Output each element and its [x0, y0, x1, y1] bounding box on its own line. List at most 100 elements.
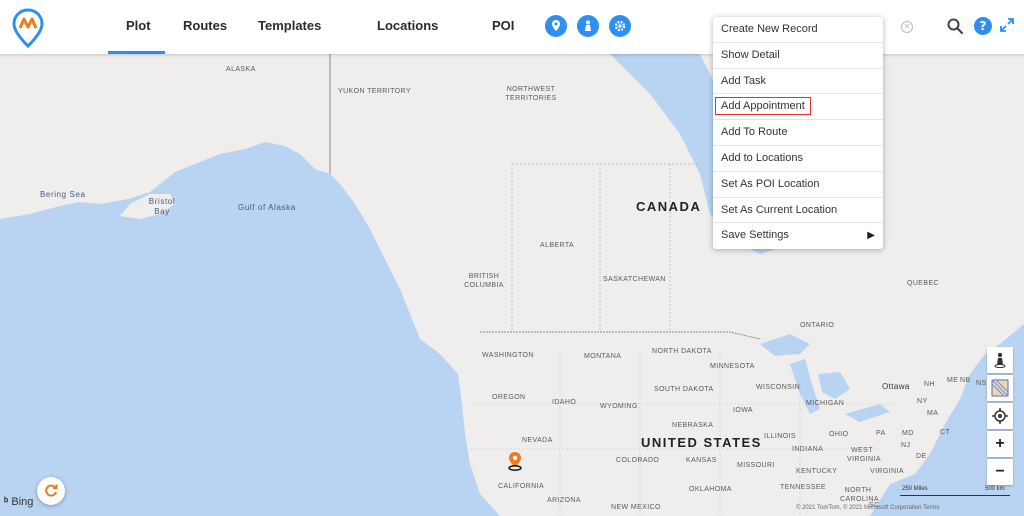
map-label-minnesota: MINNESOTA — [710, 363, 755, 370]
map-label-wyoming: WYOMING — [600, 403, 638, 410]
map-label-quebec: QUEBEC — [907, 280, 939, 287]
map-label-ny: NY — [917, 398, 928, 405]
map-label-ohio: OHIO — [829, 431, 849, 438]
location-pin-icon[interactable] — [506, 451, 524, 473]
map-label-missouri: MISSOURI — [737, 462, 775, 469]
tab-plot[interactable]: Plot — [108, 0, 165, 54]
menu-item-label: Add To Route — [721, 126, 788, 139]
map-pin-button[interactable] — [545, 15, 567, 37]
map-label-nebraska: NEBRASKA — [672, 422, 714, 429]
settings-icon — [614, 20, 626, 32]
map-label-oklahoma: OKLAHOMA — [689, 486, 732, 493]
map-label-virginia: VIRGINIA — [870, 468, 904, 475]
map-controls: + − — [987, 347, 1013, 487]
clear-icon[interactable]: ✕ — [901, 21, 913, 33]
menu-item-create-new-record[interactable]: Create New Record — [713, 17, 883, 43]
map-label-washington: WASHINGTON — [482, 352, 534, 359]
settings-button[interactable] — [609, 15, 631, 37]
map-copyright[interactable]: © 2021 TomTom, © 2021 Microsoft Corporat… — [796, 505, 939, 511]
menu-item-add-to-route[interactable]: Add To Route — [713, 120, 883, 146]
map-label-nevada: NEVADA — [522, 437, 553, 444]
person-icon — [994, 352, 1006, 368]
map-label-alberta: ALBERTA — [540, 242, 575, 249]
scale-km: 500 km — [985, 486, 1005, 492]
map-label-sask: SASKATCHEWAN — [603, 276, 666, 283]
map-label-michigan: MICHIGAN — [806, 400, 845, 407]
map-label-de: DE — [916, 453, 927, 460]
bing-glyph-icon: ᵇ — [4, 496, 9, 508]
map-label-ottawa: Ottawa — [882, 382, 910, 391]
menu-item-save-settings[interactable]: Save Settings ▶ — [713, 223, 883, 249]
expand-icon — [1000, 18, 1014, 32]
map-label-arizona: ARIZONA — [547, 497, 581, 504]
map-label-gulf: Gulf of Alaska — [238, 203, 296, 212]
map-label-usa: UNITED STATES — [641, 435, 762, 450]
menu-item-label: Set As Current Location — [721, 203, 838, 216]
map-pin-icon — [552, 20, 560, 31]
map-label-newmexico: NEW MEXICO — [611, 504, 661, 511]
map-label-california: CALIFORNIA — [498, 483, 545, 490]
map-label-yukon: YUKON TERRITORY — [338, 88, 411, 95]
menu-item-label: Add Appointment — [715, 97, 811, 116]
tab-locations[interactable]: Locations — [359, 0, 474, 54]
map-label-nb: NB — [960, 377, 971, 384]
search-button[interactable] — [946, 17, 964, 35]
map-label-alaska: ALASKA — [226, 66, 256, 73]
menu-item-set-as-current-location[interactable]: Set As Current Location — [713, 198, 883, 224]
crosshair-icon — [992, 408, 1008, 424]
map-label-illinois: ILLINOIS — [764, 433, 796, 440]
app-logo[interactable] — [12, 8, 44, 49]
scale-miles: 250 Miles — [902, 486, 928, 492]
refresh-icon — [45, 484, 58, 497]
map-style-icon — [991, 379, 1009, 397]
tab-templates[interactable]: Templates — [240, 0, 359, 54]
map-label-montana: MONTANA — [584, 353, 622, 360]
map-label-ct: CT — [940, 429, 951, 436]
tab-routes[interactable]: Routes — [165, 0, 240, 54]
map-label-sd: SOUTH DAKOTA — [654, 386, 714, 393]
submenu-arrow-icon: ▶ — [867, 230, 875, 242]
main-tabs: Plot Routes Templates Locations POI — [108, 0, 532, 54]
map-label-canada: CANADA — [636, 199, 702, 214]
menu-item-add-task[interactable]: Add Task — [713, 69, 883, 95]
menu-item-add-to-locations[interactable]: Add to Locations — [713, 146, 883, 172]
search-icon — [947, 18, 964, 35]
map-label-ma: MA — [927, 410, 939, 417]
logo-icon — [12, 8, 44, 49]
bing-label: Bing — [11, 496, 34, 508]
person-pin-button[interactable] — [577, 15, 599, 37]
map-label-ns: NS — [976, 380, 987, 387]
map-label-ontario: ONTARIO — [800, 322, 835, 329]
map-label-wv: WEST VIRGINIA — [847, 447, 881, 463]
menu-item-set-as-poi-location[interactable]: Set As POI Location — [713, 172, 883, 198]
menu-item-label: Show Detail — [721, 48, 780, 61]
menu-item-label: Save Settings — [721, 229, 789, 242]
map-label-oregon: OREGON — [492, 394, 526, 401]
menu-item-label: Add Task — [721, 74, 767, 87]
map-label-nwt: NORTHWEST TERRITORIES — [505, 86, 557, 102]
street-view-button[interactable] — [987, 347, 1013, 373]
tab-poi[interactable]: POI — [474, 0, 532, 54]
map-label-pa: PA — [876, 430, 886, 437]
map-label-kentucky: KENTUCKY — [796, 468, 838, 475]
menu-item-add-appointment[interactable]: Add Appointment — [713, 94, 883, 121]
map-label-iowa: IOWA — [733, 407, 754, 414]
bing-logo: ᵇ Bing — [4, 496, 33, 508]
map-label-colorado: COLORADO — [616, 457, 660, 464]
menu-item-show-detail[interactable]: Show Detail — [713, 43, 883, 69]
map-label-md: MD — [902, 430, 914, 437]
map-label-nj: NJ — [901, 442, 911, 449]
map-label-idaho: IDAHO — [552, 399, 577, 406]
locate-me-button[interactable] — [987, 403, 1013, 429]
map-label-tennessee: TENNESSEE — [780, 484, 826, 491]
expand-button[interactable] — [999, 17, 1015, 33]
map-style-button[interactable] — [987, 375, 1013, 401]
refresh-button[interactable] — [37, 477, 65, 505]
person-pin-icon — [585, 20, 591, 31]
zoom-in-button[interactable]: + — [987, 431, 1013, 457]
map-label-me: ME — [947, 377, 959, 384]
zoom-out-button[interactable]: − — [987, 459, 1013, 485]
menu-item-label: Create New Record — [721, 23, 818, 35]
map-label-indiana: INDIANA — [792, 446, 824, 453]
help-icon[interactable]: ? — [974, 17, 992, 35]
